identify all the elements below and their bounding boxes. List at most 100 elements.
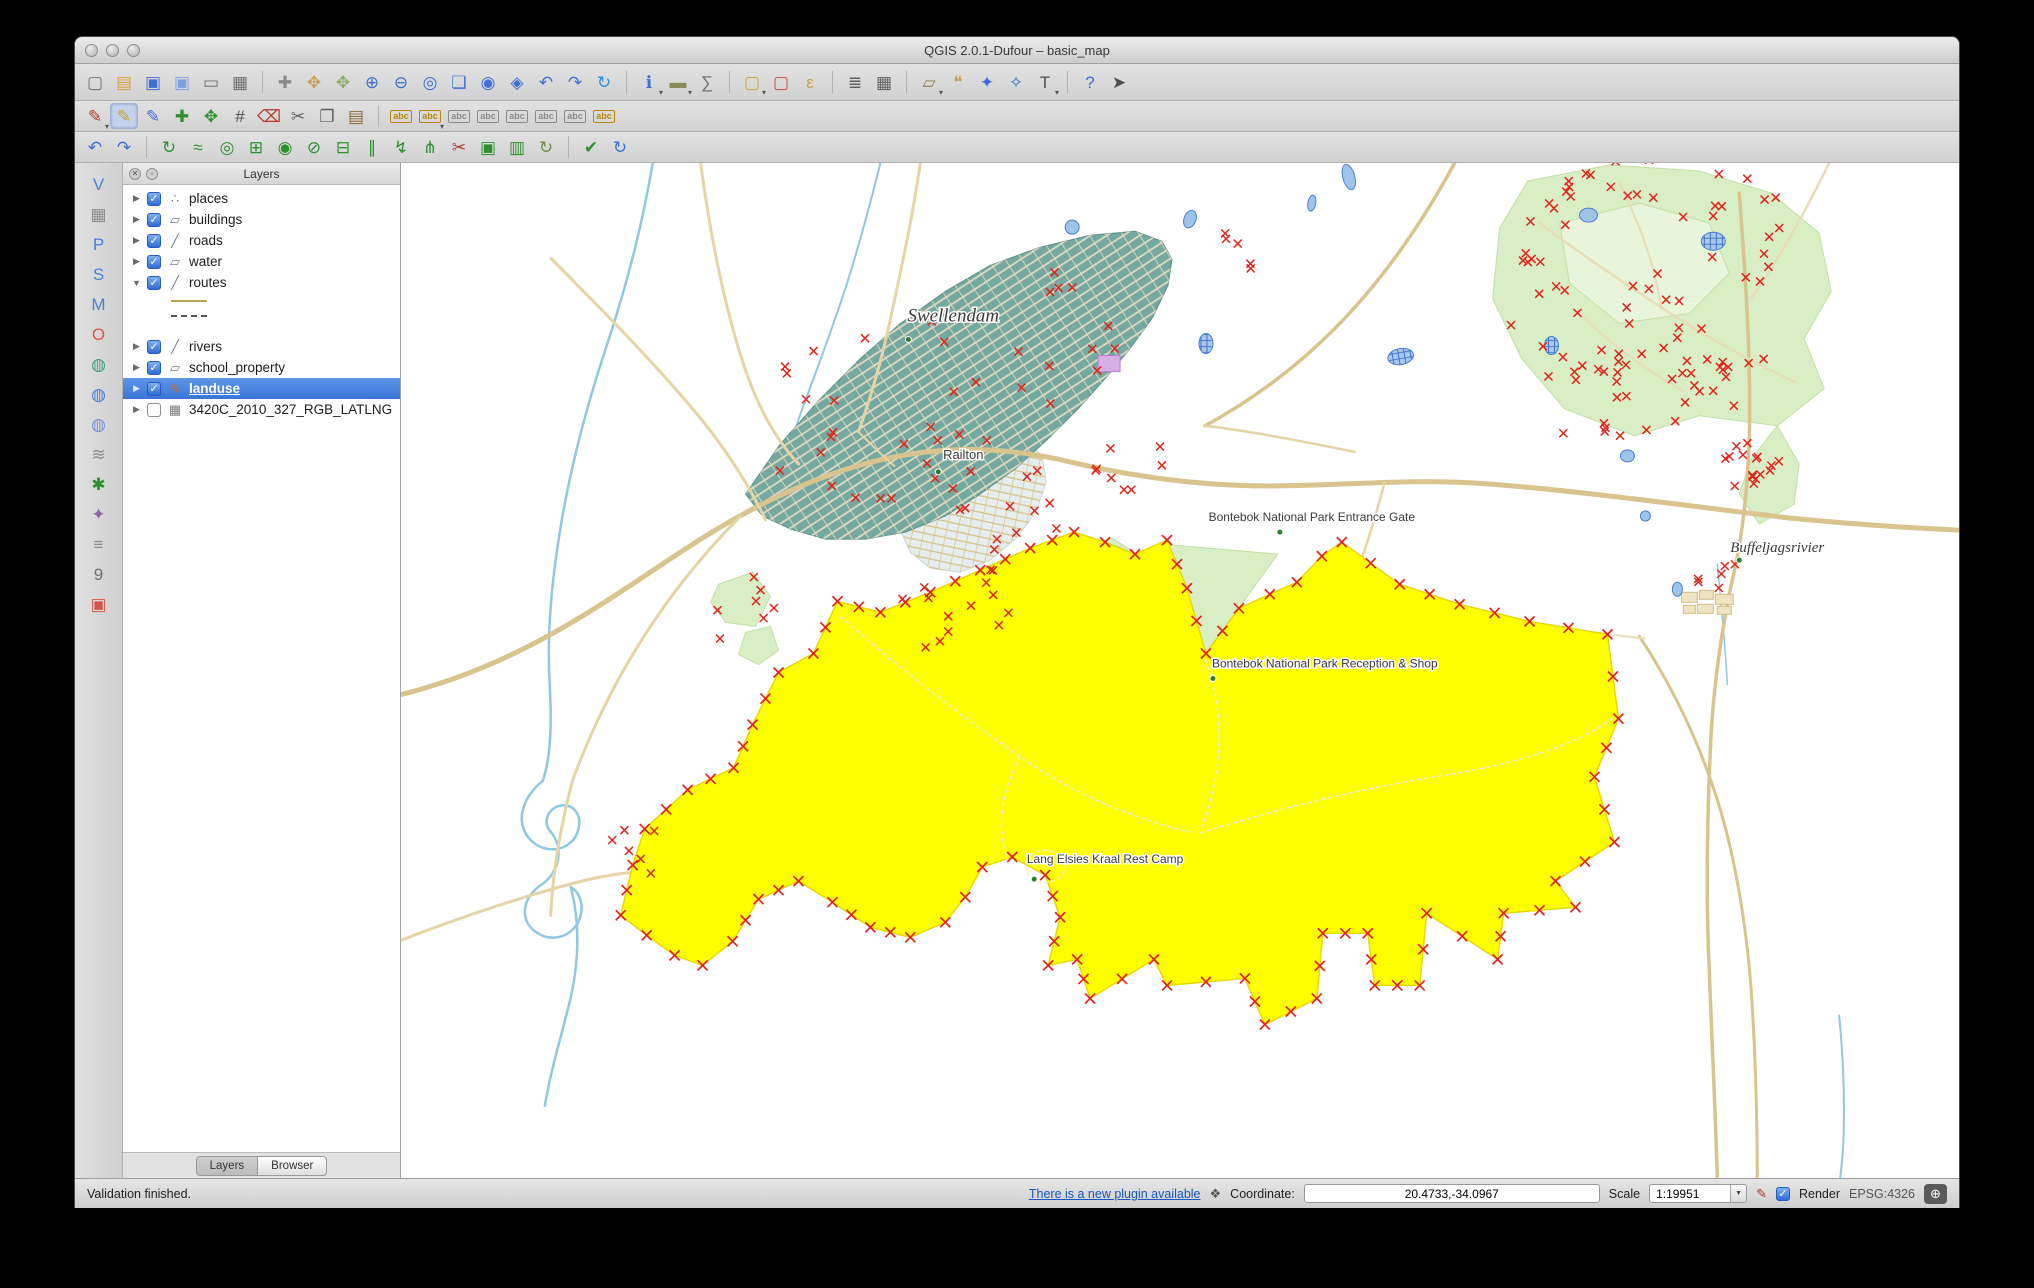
save-project-as-button[interactable]: ▣	[168, 69, 196, 95]
add-wfs-layer-button[interactable]: ◍	[85, 411, 113, 437]
change-label-button[interactable]: abc	[590, 103, 618, 129]
expand-arrow-icon[interactable]: ▶	[131, 193, 142, 204]
layer-item-school_property[interactable]: ▶ ✓ ▱ school_property	[123, 357, 400, 378]
map-canvas[interactable]: Swellendam Railton Bontebok National Park …	[401, 163, 1959, 1178]
new-shapefile-layer-button[interactable]: ✱	[85, 471, 113, 497]
add-raster-layer-button[interactable]: ▦	[85, 201, 113, 227]
layer-item-buildings[interactable]: ▶ ✓ ▱ buildings	[123, 209, 400, 230]
layer-visibility-checkbox[interactable]: ✓	[147, 254, 161, 269]
dropdown-arrow-icon[interactable]: ▾	[1055, 88, 1059, 97]
save-project-button[interactable]: ▣	[139, 69, 167, 95]
expand-arrow-icon[interactable]: ▶	[131, 383, 142, 394]
expand-arrow-icon[interactable]: ▼	[131, 278, 142, 288]
layer-item-water[interactable]: ▶ ✓ ▱ water	[123, 251, 400, 272]
expand-arrow-icon[interactable]: ▶	[131, 214, 142, 225]
expand-arrow-icon[interactable]: ▶	[131, 362, 142, 373]
layer-symbol-row[interactable]	[123, 308, 400, 323]
zoom-last-button[interactable]: ↶	[532, 69, 560, 95]
merge-attributes-button[interactable]: ▥	[503, 134, 531, 160]
redo-button[interactable]: ↷	[110, 134, 138, 160]
paste-features-button[interactable]: ▤	[342, 103, 370, 129]
measure-line-button[interactable]: ▱ ▾	[915, 69, 943, 98]
zoom-full-button[interactable]: ❏	[445, 69, 473, 95]
dropdown-arrow-icon[interactable]: ▾	[659, 88, 663, 97]
scale-combo[interactable]: ▼	[1649, 1184, 1748, 1203]
merge-features-button[interactable]: ▣	[474, 134, 502, 160]
open-project-button[interactable]: ▤	[110, 69, 138, 95]
statistical-summary-button[interactable]: ∑	[693, 69, 721, 95]
panel-detach-button[interactable]: ◦	[146, 167, 158, 180]
new-project-button[interactable]: ▢	[81, 69, 109, 95]
label-properties-button[interactable]: abc ▾	[416, 103, 444, 131]
expand-arrow-icon[interactable]: ▶	[131, 256, 142, 267]
add-gpx-layer-button[interactable]: ✦	[85, 501, 113, 527]
osm-place-search-button[interactable]: 9	[85, 561, 113, 587]
add-ring-button[interactable]: ◎	[213, 134, 241, 160]
pin-unpin-labels-button[interactable]: abc	[474, 103, 502, 129]
offset-curve-button[interactable]: ∥	[358, 134, 386, 160]
select-by-expression-button[interactable]: ε	[796, 69, 824, 95]
copy-features-button[interactable]: ❐	[313, 103, 341, 129]
crs-status-icon[interactable]: ⊕	[1924, 1183, 1947, 1204]
expand-arrow-icon[interactable]: ▶	[131, 404, 142, 415]
measure-button[interactable]: ▬ ▾	[664, 69, 693, 98]
titlebar[interactable]: QGIS 2.0.1-Dufour – basic_map	[75, 37, 1959, 64]
scale-edit-icon[interactable]: ✎	[1756, 1186, 1767, 1202]
node-tool-button[interactable]: #	[226, 103, 254, 129]
delete-selected-button[interactable]: ⌫	[255, 103, 283, 129]
touch-zoom-pan-button[interactable]: ✚	[271, 69, 299, 95]
new-bookmark-button[interactable]: ✦	[973, 69, 1001, 95]
add-spatialite-layer-button[interactable]: S	[85, 261, 113, 287]
toggle-editing-button[interactable]: ✎	[110, 103, 138, 129]
add-mssql-layer-button[interactable]: M	[85, 291, 113, 317]
new-print-composer-button[interactable]: ▭	[197, 69, 225, 95]
zoom-to-selection-button[interactable]: ◉	[474, 69, 502, 95]
add-wms-layer-button[interactable]: ◍	[85, 351, 113, 377]
add-oracle-georaster-button[interactable]: ▣	[85, 591, 113, 617]
panel-close-button[interactable]: ✕	[129, 167, 141, 180]
layer-symbol-row[interactable]	[123, 293, 400, 308]
coordinate-input[interactable]	[1303, 1184, 1600, 1203]
layer-item-places[interactable]: ▶ ✓ ∴ places	[123, 188, 400, 209]
zoom-next-button[interactable]: ↷	[561, 69, 589, 95]
layer-item-roads[interactable]: ▶ ✓ ╱ roads	[123, 230, 400, 251]
split-features-button[interactable]: ✂	[445, 134, 473, 160]
render-checkbox[interactable]: ✓	[1775, 1186, 1790, 1201]
layer-visibility-checkbox[interactable]: ✓	[147, 233, 161, 248]
zoom-out-button[interactable]: ⊖	[387, 69, 415, 95]
add-delimited-text-layer-button[interactable]: ≋	[85, 441, 113, 467]
move-label-button[interactable]: abc	[532, 103, 560, 129]
save-layer-edits-button[interactable]: ✎	[139, 103, 167, 129]
add-postgis-layer-button[interactable]: P	[85, 231, 113, 257]
layer-item-landuse[interactable]: ▶ ✓ ✎ landuse	[123, 378, 400, 399]
scale-input[interactable]	[1650, 1185, 1731, 1202]
rotate-label-button[interactable]: abc	[561, 103, 589, 129]
split-parts-button[interactable]: ⋔	[416, 134, 444, 160]
rotate-feature-button[interactable]: ↻	[155, 134, 183, 160]
pan-to-selection-button[interactable]: ✥	[329, 69, 357, 95]
topology-checker-button[interactable]: ↻	[606, 134, 634, 160]
add-feature-button[interactable]: ✚	[168, 103, 196, 129]
layer-labeling-options-button[interactable]: abc	[387, 103, 415, 129]
undo-button[interactable]: ↶	[81, 134, 109, 160]
scale-dropdown-icon[interactable]: ▼	[1730, 1185, 1747, 1202]
highlight-pinned-labels-button[interactable]: abc	[445, 103, 473, 129]
reshape-features-button[interactable]: ↯	[387, 134, 415, 160]
add-part-button[interactable]: ⊞	[242, 134, 270, 160]
open-attribute-table-button[interactable]: ≣	[841, 69, 869, 95]
layer-visibility-checkbox[interactable]: ✓	[147, 381, 161, 396]
zoom-native-button[interactable]: ◎	[416, 69, 444, 95]
add-oracle-layer-button[interactable]: O	[85, 321, 113, 347]
expand-arrow-icon[interactable]: ▶	[131, 235, 142, 246]
layer-visibility-checkbox[interactable]: ✓	[147, 275, 161, 290]
dropdown-arrow-icon[interactable]: ▾	[105, 122, 109, 131]
show-bookmarks-button[interactable]: ✧	[1002, 69, 1030, 95]
layer-item-3420c_2010_327_rgb_latlng[interactable]: ▶ ▦ 3420C_2010_327_RGB_LATLNG	[123, 399, 400, 420]
plugin-link[interactable]: There is a new plugin available	[1029, 1187, 1201, 1201]
check-geometries-button[interactable]: ✔	[577, 134, 605, 160]
layer-item-rivers[interactable]: ▶ ✓ ╱ rivers	[123, 336, 400, 357]
plugin-icon[interactable]: ❖	[1210, 1186, 1222, 1202]
show-hide-labels-button[interactable]: abc	[503, 103, 531, 129]
cut-features-button[interactable]: ✂	[284, 103, 312, 129]
text-annotation-button[interactable]: T ▾	[1031, 69, 1059, 98]
